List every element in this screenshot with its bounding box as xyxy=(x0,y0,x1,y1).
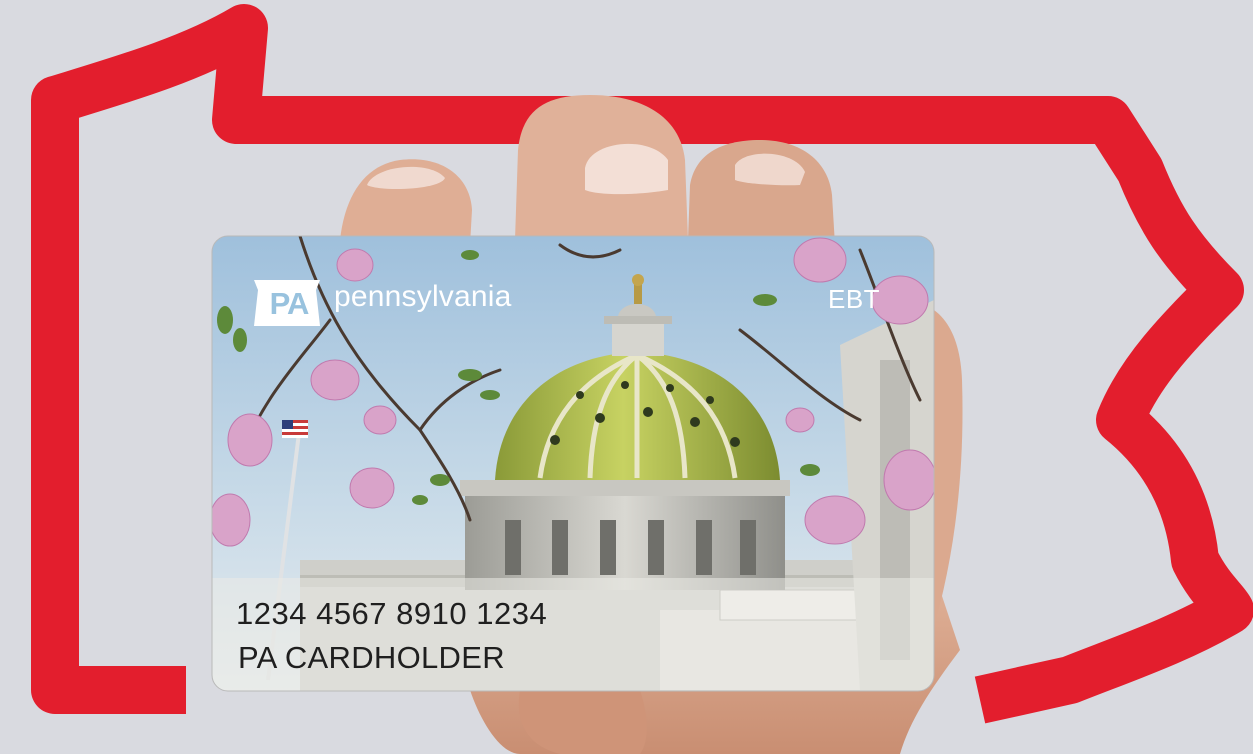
card-type-label: EBT xyxy=(828,284,881,314)
card-number: 1234 4567 8910 1234 xyxy=(236,596,548,631)
pa-logo: PA xyxy=(269,286,310,321)
dome-lantern xyxy=(612,322,664,356)
us-flag xyxy=(282,420,308,438)
scene: PA pennsylvania EBT 1234 4567 8910 1234 … xyxy=(0,0,1253,754)
state-name: pennsylvania xyxy=(334,280,512,313)
cardholder-name: PA CARDHOLDER xyxy=(238,640,505,675)
illustration xyxy=(31,4,1253,754)
